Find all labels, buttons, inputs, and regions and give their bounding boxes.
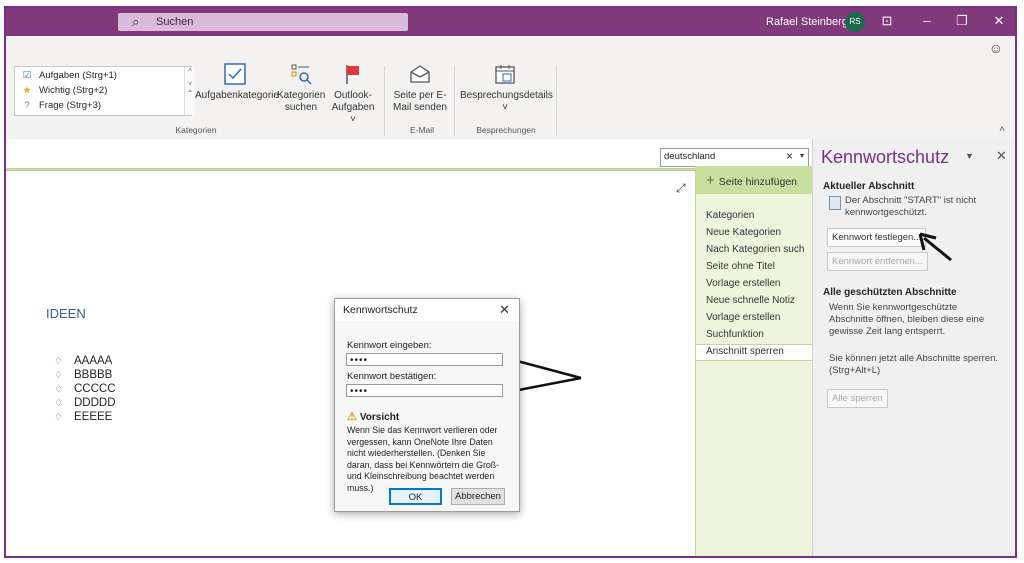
confirm-password-field[interactable]: •••• (346, 384, 503, 397)
dialog-title-bar: Kennwortschutz ✕ (335, 299, 519, 321)
enter-password-field[interactable]: •••• (346, 353, 503, 366)
ok-button[interactable]: OK (389, 488, 442, 505)
warning-text: Wenn Sie das Kennwort verlieren oder ver… (347, 425, 500, 493)
warning-icon: ⚠ (347, 411, 357, 423)
dialog-title: Kennwortschutz (343, 304, 418, 316)
cancel-button[interactable]: Abbrechen (451, 488, 505, 505)
dialog-close-icon[interactable]: ✕ (499, 302, 510, 318)
password-dialog: Kennwortschutz ✕ Kennwort eingeben: ••••… (334, 298, 520, 512)
onenote-window: ⌕ Suchen Rafael Steinberg RS ⊡ – ❐ ✕ ☺ ☑… (4, 6, 1017, 558)
confirm-password-label: Kennwort bestätigen: (347, 371, 437, 382)
warning-heading: ⚠ Vorsicht (347, 411, 400, 423)
enter-password-label: Kennwort eingeben: (347, 340, 432, 351)
arrow-to-set-password (918, 232, 952, 262)
